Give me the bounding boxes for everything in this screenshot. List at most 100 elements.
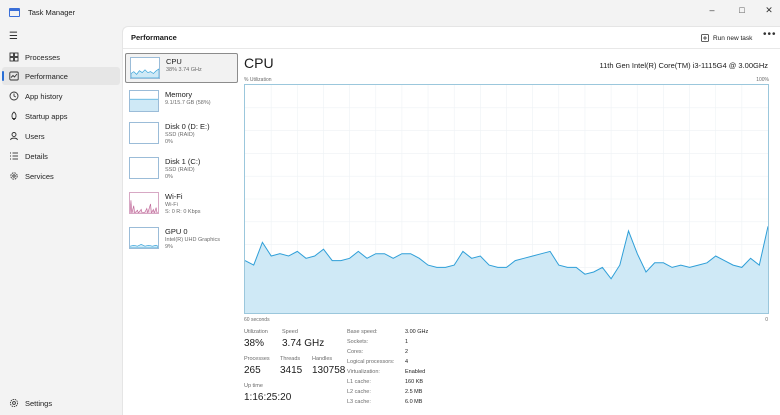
- history-icon: [9, 91, 19, 101]
- task-manager-icon: [9, 8, 20, 17]
- utilization-value: 38%: [244, 338, 265, 349]
- processes-icon: [9, 52, 19, 62]
- spec-value: 2.5 MB: [405, 389, 423, 395]
- processor-name: 11th Gen Intel(R) Core(TM) i3-1115G4 @ 3…: [599, 61, 768, 70]
- device-type: Wi-Fi: [165, 202, 178, 208]
- speed-value: 3.74 GHz: [282, 338, 325, 349]
- sidebar-item-label: App history: [25, 91, 63, 101]
- spec-label: Virtualization:: [347, 369, 380, 375]
- spec-value: 6.0 MB: [405, 399, 423, 405]
- spec-value: Enabled: [405, 369, 426, 375]
- device-name: Wi-Fi: [165, 192, 183, 201]
- sidebar: ☰ Processes Performance App history Star…: [0, 26, 122, 415]
- header-divider: [123, 48, 780, 49]
- more-options-icon[interactable]: •••: [763, 29, 777, 40]
- sidebar-item-startup-apps[interactable]: Startup apps: [2, 107, 120, 125]
- device-status: S: 0 R: 0 Kbps: [165, 209, 201, 215]
- title-bar: Task Manager – □ ✕: [0, 0, 780, 26]
- device-type: SSD (RAID): [165, 132, 195, 138]
- spec-value: 160 KB: [405, 379, 424, 385]
- device-name: GPU 0: [165, 227, 188, 236]
- cpu-graph-svg: [245, 85, 768, 313]
- graph-y-min: 0: [765, 317, 768, 323]
- spec-label: Base speed:: [347, 329, 378, 335]
- spec-label: Logical processors:: [347, 359, 395, 365]
- device-item-disk-0[interactable]: Disk 0 (D: E:) SSD (RAID) 0%: [125, 119, 238, 149]
- uptime-label: Up time: [244, 383, 263, 389]
- device-item-memory[interactable]: Memory 9.1/15.7 GB (58%): [125, 87, 238, 117]
- device-type: Intel(R) UHD Graphics: [165, 237, 221, 243]
- maximize-button[interactable]: □: [732, 3, 752, 17]
- sidebar-item-label: Details: [25, 151, 48, 161]
- run-task-icon: [701, 34, 709, 42]
- spec-value: 3.00 GHz: [405, 329, 429, 335]
- sidebar-item-processes[interactable]: Processes: [2, 48, 120, 66]
- minimize-button[interactable]: –: [702, 3, 722, 17]
- spec-label: Cores:: [347, 349, 364, 355]
- device-name: Disk 1 (C:): [165, 157, 201, 166]
- sidebar-item-label: Performance: [25, 71, 68, 81]
- spec-label: L2 cache:: [347, 389, 371, 395]
- graph-y-label: % Utilization: [244, 77, 272, 83]
- page-title: Performance: [131, 33, 177, 42]
- services-icon: [9, 171, 19, 181]
- handles-label: Handles: [312, 356, 333, 362]
- speed-label: Speed: [282, 329, 298, 335]
- window-title: Task Manager: [28, 8, 76, 17]
- main-panel: Performance Run new task ••• CPU 38% 3.7…: [122, 26, 780, 415]
- spec-value: 4: [405, 359, 409, 365]
- cpu-utilization-graph: [244, 84, 769, 314]
- device-status: 0%: [165, 139, 173, 145]
- device-type: SSD (RAID): [165, 167, 195, 173]
- disk1-thumbnail-graph: [129, 157, 159, 179]
- device-status: 9%: [165, 244, 173, 250]
- sidebar-item-label: Services: [25, 171, 54, 181]
- spec-label: Sockets:: [347, 339, 369, 345]
- hamburger-menu-icon[interactable]: ☰: [9, 31, 18, 42]
- device-list: CPU 38% 3.74 GHz Memory 9.1/15.7 GB (58%…: [125, 53, 238, 413]
- threads-value: 3415: [280, 365, 303, 376]
- sidebar-item-settings[interactable]: Settings: [2, 394, 120, 412]
- cpu-thumbnail-graph: [130, 57, 160, 79]
- performance-icon: [9, 71, 19, 81]
- device-name: CPU: [166, 57, 182, 66]
- sidebar-item-label: Startup apps: [25, 111, 68, 121]
- run-new-task-button[interactable]: Run new task: [701, 31, 752, 45]
- device-item-gpu[interactable]: GPU 0 Intel(R) UHD Graphics 9%: [125, 224, 238, 254]
- spec-value: 1: [405, 339, 409, 345]
- device-name: Disk 0 (D: E:): [165, 122, 210, 131]
- spec-label: L3 cache:: [347, 399, 371, 405]
- utilization-label: Utilization: [244, 329, 268, 335]
- sidebar-item-app-history[interactable]: App history: [2, 87, 120, 105]
- users-icon: [9, 131, 19, 141]
- sidebar-item-users[interactable]: Users: [2, 127, 120, 145]
- sidebar-item-label: Processes: [25, 52, 61, 62]
- processes-value: 265: [244, 365, 261, 376]
- device-status: 38% 3.74 GHz: [166, 67, 202, 73]
- spec-label: L1 cache:: [347, 379, 371, 385]
- gpu-thumbnail-graph: [129, 227, 159, 249]
- sidebar-item-services[interactable]: Services: [2, 167, 120, 185]
- details-icon: [9, 151, 19, 161]
- memory-thumbnail-graph: [129, 90, 159, 112]
- device-status: 9.1/15.7 GB (58%): [165, 100, 211, 106]
- device-item-cpu[interactable]: CPU 38% 3.74 GHz: [125, 53, 238, 83]
- sidebar-item-details[interactable]: Details: [2, 147, 120, 165]
- device-item-wifi[interactable]: Wi-Fi Wi-Fi S: 0 R: 0 Kbps: [125, 189, 238, 219]
- graph-x-label: 60 seconds: [244, 317, 270, 323]
- disk0-thumbnail-graph: [129, 122, 159, 144]
- graph-y-max: 100%: [756, 77, 769, 83]
- startup-icon: [9, 111, 19, 121]
- device-name: Memory: [165, 90, 193, 99]
- device-item-disk-1[interactable]: Disk 1 (C:) SSD (RAID) 0%: [125, 154, 238, 184]
- uptime-value: 1:16:25:20: [244, 392, 292, 403]
- sidebar-item-performance[interactable]: Performance: [2, 67, 120, 85]
- processes-label: Processes: [244, 356, 270, 362]
- run-new-task-label: Run new task: [713, 34, 753, 42]
- threads-label: Threads: [280, 356, 301, 362]
- detail-title: CPU: [244, 55, 274, 71]
- gear-icon: [9, 398, 19, 408]
- settings-label: Settings: [25, 398, 53, 408]
- cpu-detail-panel: CPU 11th Gen Intel(R) Core(TM) i3-1115G4…: [242, 53, 778, 413]
- close-button[interactable]: ✕: [759, 3, 779, 17]
